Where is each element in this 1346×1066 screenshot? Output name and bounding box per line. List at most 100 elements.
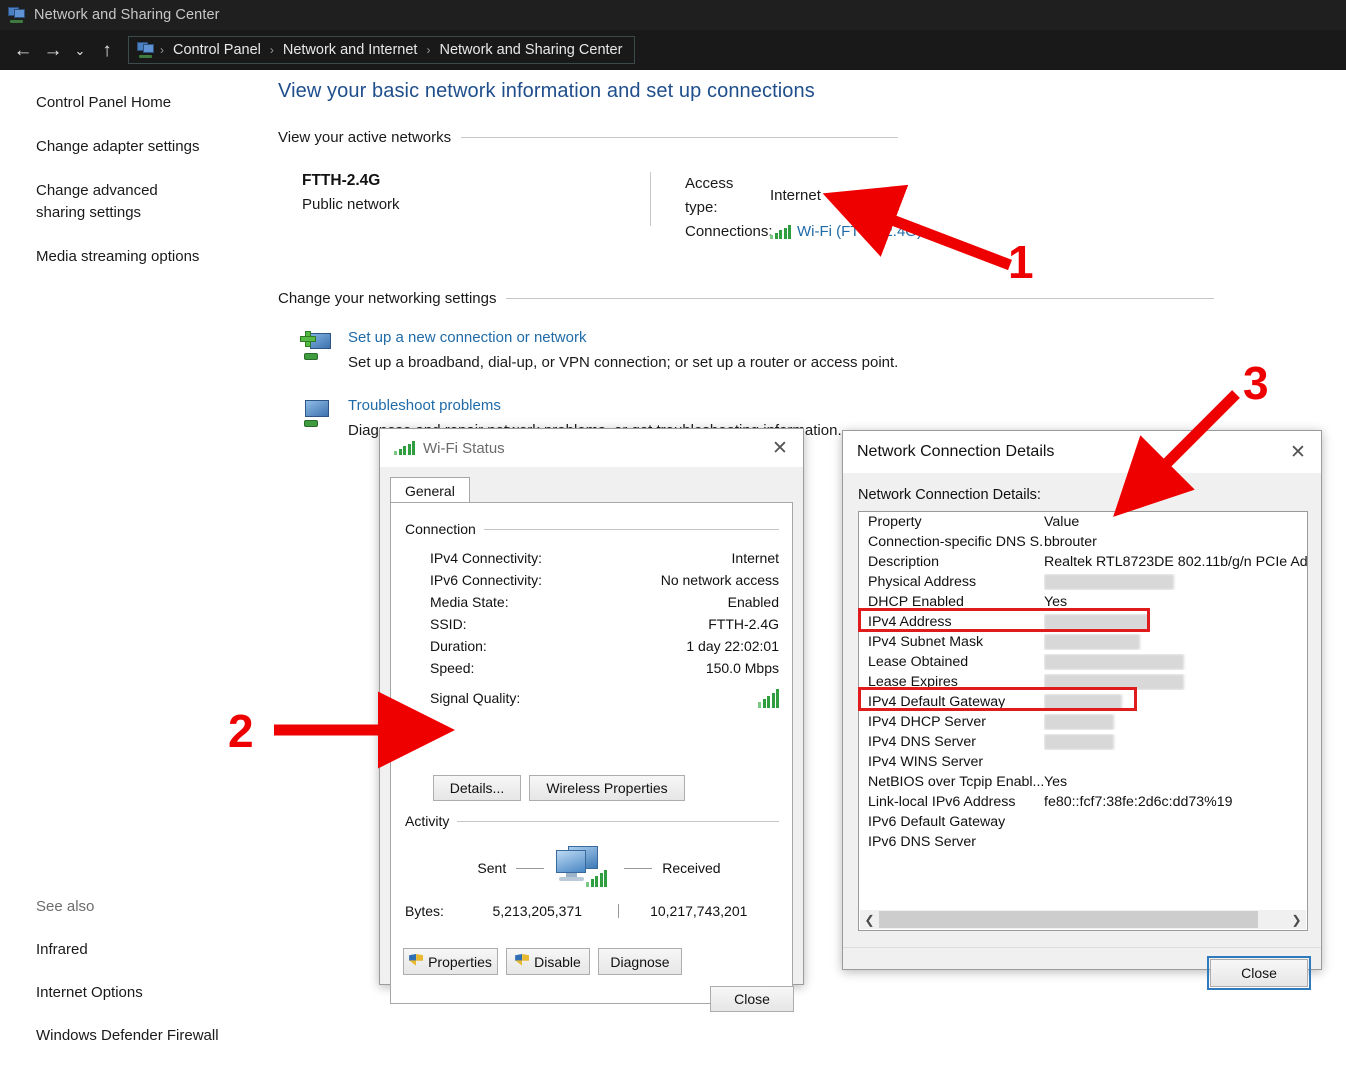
row-value	[1044, 714, 1307, 730]
redacted-value	[1044, 614, 1149, 630]
page-title: View your basic network information and …	[278, 80, 1346, 103]
scroll-left-icon[interactable]: ❮	[860, 910, 879, 929]
table-row[interactable]: DescriptionRealtek RTL8723DE 802.11b/g/n…	[859, 552, 1307, 572]
sidebar-item-control-panel-home[interactable]: Control Panel Home	[0, 90, 278, 116]
table-row[interactable]: Connection-specific DNS S...bbrouter	[859, 532, 1307, 552]
annotation-number-1: 1	[1008, 239, 1034, 285]
details-button[interactable]: Details...	[433, 775, 521, 801]
redacted-value	[1044, 634, 1140, 650]
row-property: IPv4 Address	[859, 614, 1044, 630]
connection-details-list[interactable]: Property Value Connection-specific DNS S…	[858, 511, 1308, 931]
access-type-value: Internet	[770, 184, 821, 208]
shield-icon	[409, 954, 423, 969]
sidebar-item-change-adapter-settings[interactable]: Change adapter settings	[0, 134, 278, 160]
ipv6-connectivity-row: IPv6 Connectivity: No network access	[405, 569, 779, 591]
row-value	[1044, 574, 1307, 590]
bytes-label: Bytes:	[405, 903, 457, 919]
breadcrumb-separator: ›	[268, 43, 276, 57]
ncd-close-button[interactable]: Close	[1210, 959, 1308, 987]
setup-new-connection-link[interactable]: Set up a new connection or network	[348, 329, 898, 346]
row-property: Connection-specific DNS S...	[859, 534, 1044, 550]
divider	[516, 868, 544, 869]
up-icon[interactable]: ↑	[92, 35, 122, 65]
access-type-label: Access type:	[685, 172, 770, 220]
media-state-label: Media State:	[405, 591, 630, 613]
table-row[interactable]: IPv6 Default Gateway	[859, 812, 1307, 832]
sidebar-item-internet-options[interactable]: Internet Options	[0, 980, 278, 1006]
wifi-bars-icon	[394, 441, 415, 455]
wifi-status-title-bar: Wi-Fi Status	[380, 429, 803, 467]
window-title: Network and Sharing Center	[34, 7, 220, 23]
table-row[interactable]: NetBIOS over Tcpip Enabl...Yes	[859, 772, 1307, 792]
table-header-row: Property Value	[859, 512, 1307, 532]
row-value: bbrouter	[1044, 534, 1307, 550]
row-property: IPv4 Default Gateway	[859, 694, 1044, 710]
tab-general[interactable]: General	[390, 477, 470, 503]
row-property: DHCP Enabled	[859, 594, 1044, 610]
wifi-status-close-button[interactable]: Close	[710, 986, 794, 1012]
sidebar-item-windows-defender-firewall[interactable]: Windows Defender Firewall	[0, 1023, 278, 1049]
table-row[interactable]: Lease Obtained	[859, 652, 1307, 672]
media-state-row: Media State: Enabled	[405, 591, 779, 613]
scrollbar-track[interactable]	[879, 910, 1287, 929]
row-property: Description	[859, 554, 1044, 570]
close-icon[interactable]: ✕	[757, 429, 803, 467]
table-row[interactable]: IPv6 DNS Server	[859, 832, 1307, 852]
breadcrumb-separator: ›	[158, 43, 166, 57]
table-row[interactable]: IPv4 Subnet Mask	[859, 632, 1307, 652]
scrollbar-thumb[interactable]	[879, 911, 1258, 928]
divider	[461, 137, 898, 138]
row-property: IPv4 Subnet Mask	[859, 634, 1044, 650]
row-property: Link-local IPv6 Address	[859, 794, 1044, 810]
row-property: IPv4 DNS Server	[859, 734, 1044, 750]
chevron-down-icon[interactable]: ⌄	[68, 35, 92, 65]
divider	[843, 947, 1321, 948]
table-row[interactable]: Link-local IPv6 Addressfe80::fcf7:38fe:2…	[859, 792, 1307, 812]
setup-new-connection-item[interactable]: Set up a new connection or network Set u…	[278, 329, 1346, 371]
sidebar-item-change-advanced-sharing-settings[interactable]: Change advanced sharing settings	[0, 178, 210, 226]
breadcrumb-item-network-and-sharing-center[interactable]: Network and Sharing Center	[435, 42, 626, 58]
forward-icon[interactable]: →	[38, 35, 68, 65]
divider	[457, 821, 779, 822]
row-property: IPv6 DNS Server	[859, 834, 1044, 850]
table-row[interactable]: IPv4 DNS Server	[859, 732, 1307, 752]
table-row[interactable]: DHCP EnabledYes	[859, 592, 1307, 612]
row-value	[1044, 734, 1307, 750]
close-icon[interactable]: ✕	[1275, 431, 1321, 473]
wireless-properties-button[interactable]: Wireless Properties	[529, 775, 685, 801]
scroll-right-icon[interactable]: ❯	[1287, 910, 1306, 929]
media-state-value: Enabled	[630, 591, 779, 613]
divider	[484, 529, 779, 530]
signal-bars-icon	[586, 870, 607, 887]
horizontal-scrollbar[interactable]: ❮ ❯	[860, 910, 1306, 929]
sidebar-item-media-streaming-options[interactable]: Media streaming options	[0, 244, 278, 270]
table-row[interactable]: IPv4 Address	[859, 612, 1307, 632]
table-row[interactable]: IPv4 DHCP Server	[859, 712, 1307, 732]
redacted-value	[1044, 674, 1184, 690]
row-value	[1044, 634, 1307, 650]
back-icon[interactable]: ←	[8, 35, 38, 65]
signal-bars-icon	[758, 689, 779, 708]
signal-quality-value	[630, 689, 779, 708]
properties-button[interactable]: Properties	[403, 948, 498, 975]
activity-header: Sent Received	[419, 833, 779, 903]
table-row[interactable]: IPv4 Default Gateway	[859, 692, 1307, 712]
table-row[interactable]: IPv4 WINS Server	[859, 752, 1307, 772]
redacted-value	[1044, 574, 1174, 590]
disable-button[interactable]: Disable	[506, 948, 590, 975]
table-row[interactable]: Lease Expires	[859, 672, 1307, 692]
duration-row: Duration: 1 day 22:02:01	[405, 635, 779, 657]
breadcrumb-item-control-panel[interactable]: Control Panel	[169, 42, 265, 58]
row-value: Realtek RTL8723DE 802.11b/g/n PCIe Adap	[1044, 554, 1307, 570]
troubleshoot-problems-link[interactable]: Troubleshoot problems	[348, 397, 842, 414]
diagnose-button[interactable]: Diagnose	[598, 948, 682, 975]
connections-label: Connections:	[685, 220, 770, 244]
properties-button-label: Properties	[428, 954, 492, 970]
table-row[interactable]: Physical Address	[859, 572, 1307, 592]
ssid-label: SSID:	[405, 613, 630, 635]
row-value	[1044, 654, 1307, 670]
row-value: Yes	[1044, 774, 1307, 790]
breadcrumb-item-network-and-internet[interactable]: Network and Internet	[279, 42, 422, 58]
breadcrumb[interactable]: › Control Panel › Network and Internet ›…	[128, 36, 635, 64]
sidebar-item-infrared[interactable]: Infrared	[0, 937, 278, 963]
